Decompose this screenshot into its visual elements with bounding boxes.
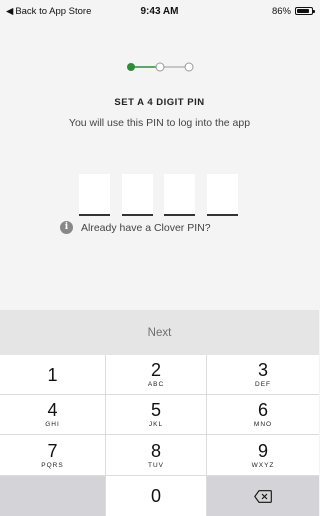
key-9[interactable]: 9 WXYZ <box>207 435 319 476</box>
status-bar: ◀ Back to App Store 9:43 AM 86% <box>0 0 319 22</box>
key-6-letters: MNO <box>253 421 273 428</box>
key-0-digit: 0 <box>150 486 161 506</box>
key-6[interactable]: 6 MNO <box>207 395 319 435</box>
numeric-keypad: 1 2 ABC 3 DEF 4 GHI 5 JKL 6 MNO 7 PQRS 8… <box>0 355 319 516</box>
key-4-letters: GHI <box>45 421 60 428</box>
battery-icon <box>295 7 315 15</box>
key-7[interactable]: 7 PQRS <box>0 435 106 476</box>
progress-dot-3 <box>184 62 194 72</box>
key-4[interactable]: 4 GHI <box>0 395 106 435</box>
key-6-digit: 6 <box>257 400 268 420</box>
key-3-digit: 3 <box>257 360 268 380</box>
back-to-app-store-link[interactable]: ◀ Back to App Store <box>6 6 91 17</box>
key-5-letters: JKL <box>148 421 164 428</box>
next-button[interactable]: Next <box>0 310 319 355</box>
key-blank <box>0 476 106 516</box>
progress-dot-active <box>127 63 135 71</box>
existing-pin-text: Already have a Clover PIN? <box>81 221 211 234</box>
key-2-digit: 2 <box>150 360 161 380</box>
delete-key[interactable] <box>207 476 319 516</box>
key-8-letters: TUV <box>148 461 164 469</box>
backspace-icon <box>254 489 272 503</box>
main-content: SET A 4 DIGIT PIN You will use this PIN … <box>0 22 319 310</box>
key-0[interactable]: 0 <box>106 476 207 516</box>
existing-pin-link[interactable]: i Already have a Clover PIN? <box>60 221 211 234</box>
key-4-digit: 4 <box>47 400 58 420</box>
pin-digit-3[interactable] <box>164 174 195 216</box>
battery-percent: 86% <box>271 5 291 17</box>
pin-digit-4[interactable] <box>207 174 238 216</box>
key-2-letters: ABC <box>147 381 165 388</box>
key-7-digit: 7 <box>47 440 58 461</box>
key-1-digit: 1 <box>47 364 58 385</box>
key-9-digit: 9 <box>257 440 268 461</box>
page-subtitle: You will use this PIN to log into the ap… <box>68 117 251 129</box>
key-9-letters: WXYZ <box>251 461 275 469</box>
battery-status: 86% <box>271 5 315 17</box>
next-button-label: Next <box>147 326 172 339</box>
battery-fill <box>297 9 310 13</box>
key-8[interactable]: 8 TUV <box>106 435 207 476</box>
key-1[interactable]: 1 <box>0 355 106 395</box>
back-arrow-icon: ◀ <box>6 5 14 17</box>
info-icon: i <box>60 221 73 234</box>
key-5[interactable]: 5 JKL <box>106 395 207 435</box>
key-5-digit: 5 <box>150 400 161 420</box>
key-3-letters: DEF <box>255 381 271 388</box>
key-3[interactable]: 3 DEF <box>207 355 319 395</box>
pin-digit-1[interactable] <box>79 174 110 216</box>
back-label: Back to App Store <box>15 5 92 17</box>
key-2[interactable]: 2 ABC <box>106 355 207 395</box>
progress-dot-2 <box>155 62 165 72</box>
progress-stepper <box>127 62 194 72</box>
pin-digit-2[interactable] <box>122 174 153 216</box>
key-7-letters: PQRS <box>41 461 64 469</box>
key-8-digit: 8 <box>150 440 161 461</box>
page-title: SET A 4 DIGIT PIN <box>114 97 205 108</box>
